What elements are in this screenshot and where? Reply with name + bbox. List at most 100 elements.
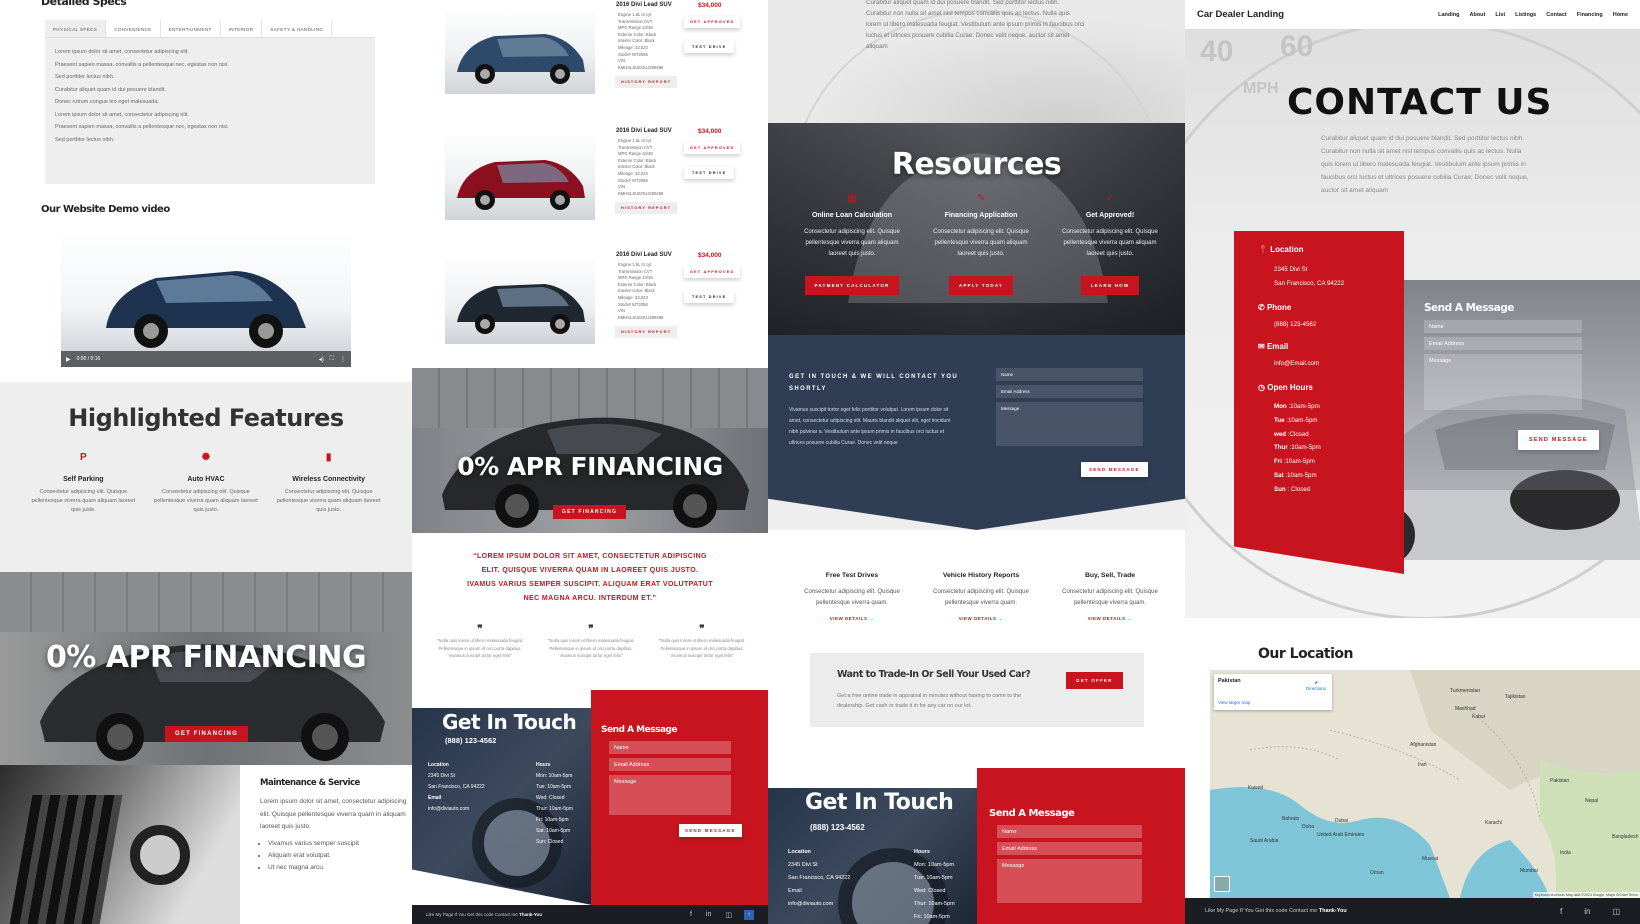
listing-car-image[interactable] (445, 260, 595, 344)
view-larger-map-link[interactable]: View larger map (1218, 700, 1328, 705)
facebook-icon[interactable]: f (690, 911, 692, 918)
nav-item-contact[interactable]: Contact (1546, 12, 1566, 18)
get-approved-button[interactable]: GET APPROVED (684, 266, 741, 278)
test-drive-button[interactable]: TEST DRIVE (684, 291, 735, 303)
resource-button[interactable]: PAYMENT CALCULATOR (804, 276, 900, 295)
map-label: Dubai (1335, 818, 1349, 824)
listing-spec: Exterior Color: Black (618, 281, 657, 287)
hours-time: :10am-5pm (1286, 403, 1320, 410)
hours-time: :Closed (1286, 430, 1309, 438)
email-field[interactable]: Email Address (996, 385, 1143, 398)
column-4: 40 60 MPH Car Dealer Landing Landing Abou… (1185, 0, 1640, 924)
map-satellite-toggle[interactable] (1214, 876, 1230, 892)
testimonial: ❞ "Nulla quis lorem ut libero malesuada f… (547, 624, 635, 660)
name-field[interactable]: Name (1424, 320, 1582, 333)
listing-car-image[interactable] (445, 10, 595, 94)
nav-item-landing[interactable]: Landing (1438, 12, 1459, 18)
map-embed[interactable]: Turkmenistan Tajikistan Mashhad Kabul Afghan… (1210, 670, 1640, 898)
video-player[interactable]: ▶ 0:00 / 0:16 ◂) ⛶ ⋮ (61, 233, 351, 367)
nav-item-listings[interactable]: Listings (1515, 12, 1536, 18)
hours-day: Tue (1274, 416, 1285, 424)
listing-spec: Transmission CVT (618, 144, 653, 150)
send-message-button[interactable]: Send Message (679, 824, 742, 837)
get-offer-button[interactable]: GET OFFER (1066, 672, 1123, 689)
spec-tab[interactable]: PHYSICAL SPECS (45, 20, 107, 37)
email-field[interactable]: Email Address (609, 758, 731, 771)
brand-logo[interactable]: Car Dealer Landing (1197, 9, 1284, 20)
linkedin-icon[interactable]: in (1584, 907, 1590, 916)
message-field[interactable]: Message (1424, 354, 1582, 410)
address-line: 2345 Divi St (428, 773, 455, 779)
hours-line: Mon: 10am-5pm (536, 773, 573, 779)
history-report-button[interactable]: HISTORY REPORT (615, 202, 678, 214)
listing-spec: Transmission CVT (618, 18, 653, 24)
name-field[interactable]: Name (997, 825, 1142, 838)
nav-item-home[interactable]: Home (1613, 12, 1628, 18)
view-details-link[interactable]: VIEW DETAILS → (925, 616, 1037, 621)
suv-car-image (106, 271, 306, 348)
resource-button[interactable]: APPLY TODAY (948, 276, 1014, 295)
spec-tab[interactable]: CONVENIENCE (106, 20, 161, 37)
directions-link[interactable]: ⬈ Directions (1306, 680, 1326, 691)
resources-section: Resources ▦ Online Loan Calculation Consec… (768, 123, 1185, 335)
git-hours-2: Hours Mon: 10am-5pm Tue: 10am-5pm Wed: Clo… (914, 846, 974, 924)
email-field[interactable]: Email Address (997, 842, 1142, 855)
view-details-link[interactable]: VIEW DETAILS → (1054, 616, 1166, 621)
listing-car-image[interactable] (445, 136, 595, 220)
listing-spec: Interior Color: Black (618, 164, 655, 170)
hours-line: Sun: Closed (536, 839, 564, 845)
linkedin-icon[interactable]: in (706, 911, 711, 918)
get-approved-button[interactable]: GET APPROVED (684, 16, 741, 28)
footer-bold: Thank-You (1318, 908, 1347, 914)
get-financing-button[interactable]: GET FINANCING (165, 726, 248, 742)
history-report-button[interactable]: HISTORY REPORT (615, 76, 678, 88)
spec-tab[interactable]: INTERIOR (221, 20, 263, 37)
name-field[interactable]: Name (996, 368, 1143, 381)
send-message-button[interactable]: Send Message (1518, 430, 1599, 450)
resource-title: Get Approved! (1085, 212, 1135, 219)
hours-day: Thur (1274, 444, 1288, 452)
maintenance-title: Maintenance & Service (260, 778, 360, 788)
instagram-icon[interactable]: ◫ (1612, 907, 1620, 916)
resource-button[interactable]: LEARN HOW (1080, 276, 1140, 295)
test-drive-button[interactable]: TEST DRIVE (684, 167, 735, 179)
phone-value[interactable]: (888) 123-4562 (1274, 321, 1404, 328)
listing-title[interactable]: 2016 Divi Lead SUV (616, 252, 672, 258)
spec-tab[interactable]: ENTERTAINMENT (161, 20, 221, 37)
message-field[interactable]: Message (997, 859, 1142, 903)
scroll-top-icon[interactable]: ↑ (744, 909, 754, 920)
feature-item: P Self Parking Consectetur adipiscing elit… (28, 452, 138, 515)
nav-item-financing[interactable]: Financing (1577, 12, 1603, 18)
listing-spec: Interior Color: Black (618, 38, 655, 44)
play-icon[interactable]: ▶ (66, 356, 71, 363)
trade-text: Get a free online trade in appraisal in … (837, 693, 1022, 709)
get-financing-button-2[interactable]: GET FINANCING (553, 505, 627, 519)
history-report-button[interactable]: HISTORY REPORT (615, 326, 678, 338)
send-message-button[interactable]: Send Message (1081, 462, 1148, 477)
service-item: Vehicle History Reports Consectetur adipi… (925, 572, 1037, 621)
name-field[interactable]: Name (609, 741, 731, 754)
facebook-icon[interactable]: f (1560, 907, 1562, 916)
instagram-icon[interactable]: ◫ (725, 911, 732, 919)
listing-spec: Mileage: 33,023 (618, 170, 648, 176)
message-field[interactable]: Message (609, 775, 731, 815)
test-drive-button[interactable]: TEST DRIVE (684, 41, 735, 53)
get-approved-button[interactable]: GET APPROVED (684, 142, 741, 154)
listing-title[interactable]: 2016 Divi Lead SUV (616, 128, 672, 134)
listing-spec: Stock# WT2056 (618, 301, 648, 307)
contact-heading: GET IN TOUCH & WE WILL CONTACT YOU SHORT… (789, 374, 959, 392)
nav-item-about[interactable]: About (1469, 12, 1485, 18)
git-title-2: Get In Touch (805, 790, 954, 815)
more-options-icon[interactable]: ⋮ (340, 356, 346, 363)
spec-tab[interactable]: SAFETY & HANDLING (262, 20, 333, 37)
intro-text: Curabitur aliquet quam id dui posuere bl… (866, 0, 1085, 50)
message-field[interactable]: Message (996, 402, 1143, 446)
volume-icon[interactable]: ◂) (319, 356, 324, 363)
email-field[interactable]: Email Address (1424, 337, 1582, 350)
listing-title[interactable]: 2016 Divi Lead SUV (616, 2, 672, 8)
fullscreen-icon[interactable]: ⛶ (330, 356, 334, 363)
email-value[interactable]: info@Email.com (1274, 360, 1404, 367)
nav-item-list[interactable]: List (1495, 12, 1505, 18)
git-hours: Hours Mon: 10am-5pm Tue: 10am-5pm Wed: Clo… (536, 760, 596, 848)
view-details-link[interactable]: VIEW DETAILS → (796, 616, 908, 621)
